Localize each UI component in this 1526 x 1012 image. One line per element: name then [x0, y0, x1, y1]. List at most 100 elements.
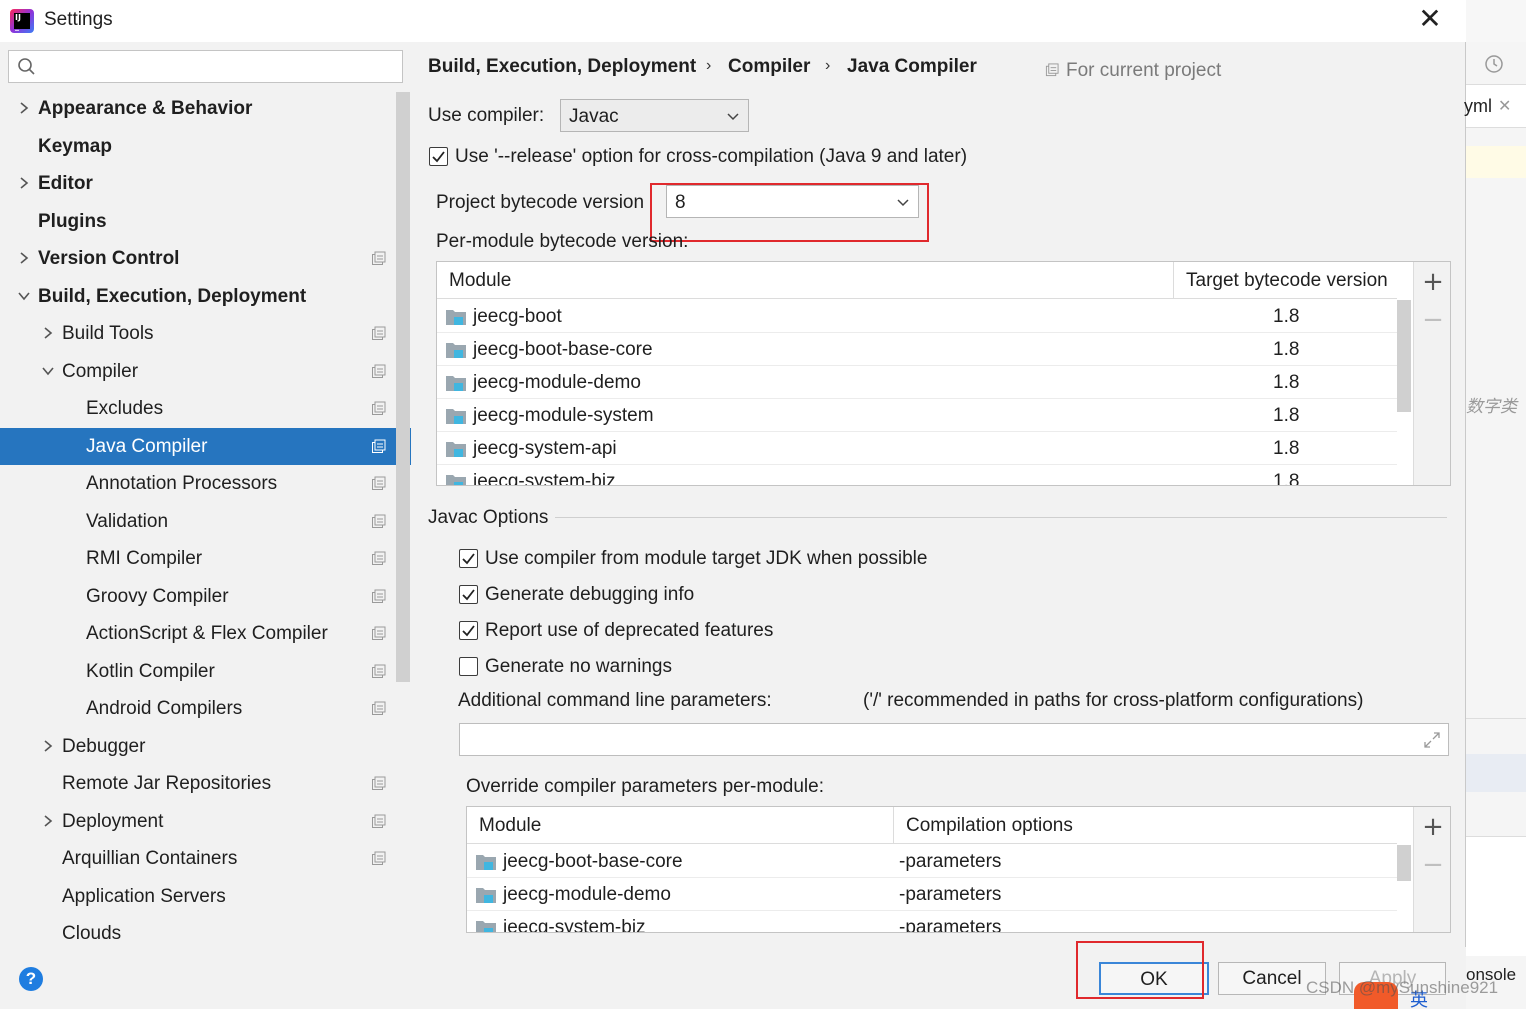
sidebar-item-clouds[interactable]: Clouds — [0, 915, 411, 947]
sidebar-item-application-servers[interactable]: Application Servers — [0, 878, 411, 915]
sidebar-item-debugger[interactable]: Debugger — [0, 728, 411, 765]
settings-search-input[interactable] — [8, 50, 403, 83]
column-header-module[interactable]: Module — [467, 807, 893, 844]
table-scrollbar[interactable] — [1397, 845, 1411, 881]
table-row[interactable]: jeecg-system-biz 1.8 — [437, 465, 1397, 485]
module-folder-icon — [446, 310, 466, 325]
close-icon[interactable]: ✕ — [1416, 5, 1444, 34]
add-icon[interactable]: + — [1414, 809, 1450, 847]
sidebar-item-compiler[interactable]: Compiler — [0, 353, 411, 390]
sidebar-item-arquillian-containers[interactable]: Arquillian Containers — [0, 840, 411, 877]
chevron-right-icon[interactable] — [41, 739, 55, 753]
sidebar-item-label: Editor — [38, 173, 93, 194]
use-target-jdk-checkbox[interactable] — [459, 549, 478, 568]
breadcrumb-item[interactable]: Compiler — [728, 56, 810, 78]
sidebar-item-kotlin-compiler[interactable]: Kotlin Compiler — [0, 653, 411, 690]
remove-icon[interactable]: − — [1414, 847, 1450, 885]
debug-info-label: Generate debugging info — [485, 584, 695, 605]
sidebar-scrollbar[interactable] — [396, 92, 410, 682]
background-ide-window: yml ✕ 数字类 onsole — [1464, 0, 1526, 1009]
window-title: Settings — [44, 9, 113, 30]
sidebar-item-rmi-compiler[interactable]: RMI Compiler — [0, 540, 411, 577]
sidebar-item-excludes[interactable]: Excludes — [0, 390, 411, 427]
sidebar-item-label: Application Servers — [62, 886, 226, 907]
project-scope-icon — [372, 626, 386, 640]
scope-label: For current project — [1066, 60, 1222, 81]
table-scrollbar[interactable] — [1397, 300, 1411, 412]
module-folder-icon — [476, 888, 496, 903]
sidebar-item-editor[interactable]: Editor — [0, 165, 411, 202]
no-warnings-checkbox[interactable] — [459, 657, 478, 676]
editor-tab[interactable]: yml ✕ — [1464, 84, 1526, 128]
table-row[interactable]: jeecg-module-demo 1.8 — [437, 366, 1397, 399]
compilation-options: -parameters — [899, 917, 1002, 933]
sidebar-item-android-compilers[interactable]: Android Compilers — [0, 690, 411, 727]
sidebar-item-appearance-behavior[interactable]: Appearance & Behavior — [0, 90, 411, 127]
table-row[interactable]: jeecg-system-api 1.8 — [437, 432, 1397, 465]
sidebar-item-label: Validation — [86, 511, 169, 532]
add-icon[interactable]: + — [1414, 264, 1450, 302]
project-scope-icon — [372, 251, 386, 265]
column-header-compilation-options[interactable]: Compilation options — [893, 807, 1397, 844]
sidebar-item-deployment[interactable]: Deployment — [0, 803, 411, 840]
module-name: jeecg-module-system — [473, 405, 654, 426]
table-row[interactable]: jeecg-boot 1.8 — [437, 300, 1397, 333]
remove-icon[interactable]: − — [1414, 302, 1450, 340]
sidebar-item-build-execution-deployment[interactable]: Build, Execution, Deployment — [0, 278, 411, 315]
settings-dialog: IJ _ Settings ✕ Appearance & Behavior Key… — [0, 0, 1466, 1009]
override-table: Module Compilation options jeecg-boot-ba… — [466, 806, 1451, 933]
column-header-module[interactable]: Module — [437, 262, 1173, 299]
table-row[interactable]: jeecg-system-biz -parameters — [467, 911, 1397, 933]
sidebar-item-version-control[interactable]: Version Control — [0, 240, 411, 277]
chevron-right-icon[interactable] — [17, 176, 31, 190]
sidebar-item-remote-jar-repositories[interactable]: Remote Jar Repositories — [0, 765, 411, 802]
chevron-right-icon[interactable] — [41, 814, 55, 828]
additional-params-input[interactable] — [459, 723, 1449, 756]
search-icon — [18, 58, 35, 75]
sidebar-item-groovy-compiler[interactable]: Groovy Compiler — [0, 578, 411, 615]
chevron-right-icon[interactable] — [41, 326, 55, 340]
checkmark-icon — [462, 625, 475, 637]
sidebar-item-build-tools[interactable]: Build Tools — [0, 315, 411, 352]
chevron-right-icon[interactable] — [17, 251, 31, 265]
deprecated-checkbox[interactable] — [459, 621, 478, 640]
sidebar-item-actionscript-flex-compiler[interactable]: ActionScript & Flex Compiler — [0, 615, 411, 652]
use-compiler-label: Use compiler: — [428, 105, 545, 126]
expand-icon[interactable] — [1422, 730, 1442, 750]
module-folder-icon — [476, 855, 496, 870]
table-row[interactable]: jeecg-boot-base-core -parameters — [467, 845, 1397, 878]
override-label: Override compiler parameters per-module: — [466, 776, 824, 797]
breadcrumb-separator: › — [825, 57, 831, 74]
target-version: 1.8 — [1273, 306, 1300, 327]
sidebar-item-validation[interactable]: Validation — [0, 503, 411, 540]
sidebar-item-plugins[interactable]: Plugins — [0, 203, 411, 240]
column-header-target-version[interactable]: Target bytecode version — [1173, 262, 1397, 299]
table-row[interactable]: jeecg-boot-base-core 1.8 — [437, 333, 1397, 366]
module-folder-icon — [446, 409, 466, 424]
chevron-right-icon[interactable] — [17, 101, 31, 115]
project-scope-icon — [372, 589, 386, 603]
close-tab-icon[interactable]: ✕ — [1498, 96, 1511, 116]
sidebar-item-java-compiler[interactable]: Java Compiler — [0, 428, 411, 465]
debug-info-checkbox[interactable] — [459, 585, 478, 604]
checkmark-icon — [432, 151, 445, 163]
chevron-down-icon[interactable] — [17, 289, 31, 303]
tool-window — [1466, 836, 1526, 956]
tool-panel-row — [1466, 754, 1526, 792]
table-row[interactable]: jeecg-module-system 1.8 — [437, 399, 1397, 432]
compiler-select[interactable]: Javac — [560, 99, 749, 132]
sidebar-item-keymap[interactable]: Keymap — [0, 128, 411, 165]
sidebar-item-label: Remote Jar Repositories — [62, 773, 272, 794]
breadcrumb-item[interactable]: Build, Execution, Deployment — [428, 56, 696, 78]
release-option-checkbox[interactable] — [429, 147, 448, 166]
per-module-label: Per-module bytecode version: — [436, 231, 689, 252]
project-scope-icon — [372, 326, 386, 340]
project-scope-icon — [372, 664, 386, 678]
chevron-down-icon[interactable] — [41, 364, 55, 378]
table-row[interactable]: jeecg-module-demo -parameters — [467, 878, 1397, 911]
clock-icon[interactable] — [1484, 54, 1504, 74]
help-icon[interactable]: ? — [19, 967, 43, 991]
sidebar-item-annotation-processors[interactable]: Annotation Processors — [0, 465, 411, 502]
breadcrumb-item: Java Compiler — [847, 56, 977, 77]
sidebar-item-label: Plugins — [38, 211, 107, 232]
